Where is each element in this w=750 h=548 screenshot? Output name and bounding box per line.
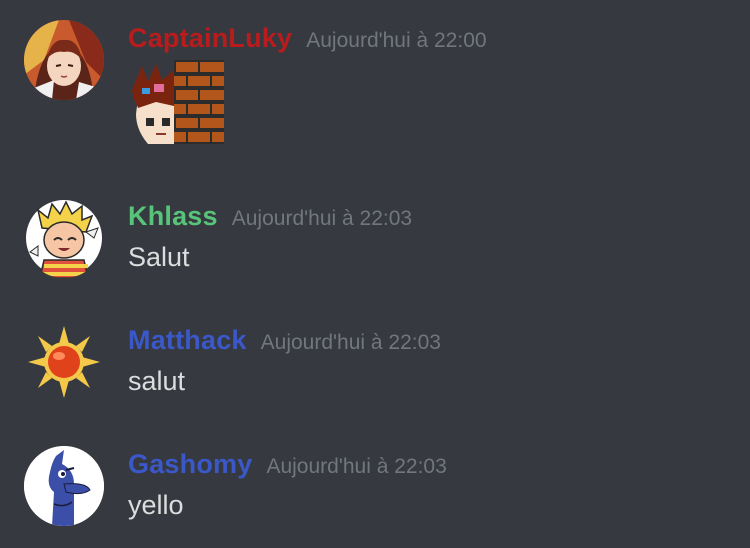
blue-bird-avatar[interactable] xyxy=(24,446,104,526)
sun-avatar[interactable] xyxy=(24,322,104,402)
message-header: Matthack Aujourd'hui à 22:03 xyxy=(128,322,441,358)
message-item: Gashomy Aujourd'hui à 22:03 yello xyxy=(24,446,724,530)
timestamp: Aujourd'hui à 22:00 xyxy=(306,29,487,52)
message-header: CaptainLuky Aujourd'hui à 22:00 xyxy=(128,20,487,56)
timestamp: Aujourd'hui à 22:03 xyxy=(231,207,413,230)
pixel-art-emoji[interactable] xyxy=(128,60,224,144)
username[interactable]: Matthack xyxy=(128,325,247,355)
message-item: Khlass Aujourd'hui à 22:03 Salut xyxy=(24,198,724,282)
message-item: Matthack Aujourd'hui à 22:03 salut xyxy=(24,322,724,406)
username[interactable]: Gashomy xyxy=(128,449,252,479)
username[interactable]: CaptainLuky xyxy=(128,23,292,53)
message-header: Khlass Aujourd'hui à 22:03 xyxy=(128,198,412,234)
message-item: CaptainLuky Aujourd'hui à 22:00 xyxy=(24,20,724,160)
message-text: Salut xyxy=(128,242,190,272)
message-text: yello xyxy=(128,490,184,520)
blonde-boy-avatar[interactable] xyxy=(24,198,104,278)
message-header: Gashomy Aujourd'hui à 22:03 xyxy=(128,446,447,482)
timestamp: Aujourd'hui à 22:03 xyxy=(266,455,447,478)
message-text: salut xyxy=(128,366,186,396)
username[interactable]: Khlass xyxy=(128,201,218,231)
anime-girl-avatar[interactable] xyxy=(24,20,104,100)
timestamp: Aujourd'hui à 22:03 xyxy=(260,331,441,354)
